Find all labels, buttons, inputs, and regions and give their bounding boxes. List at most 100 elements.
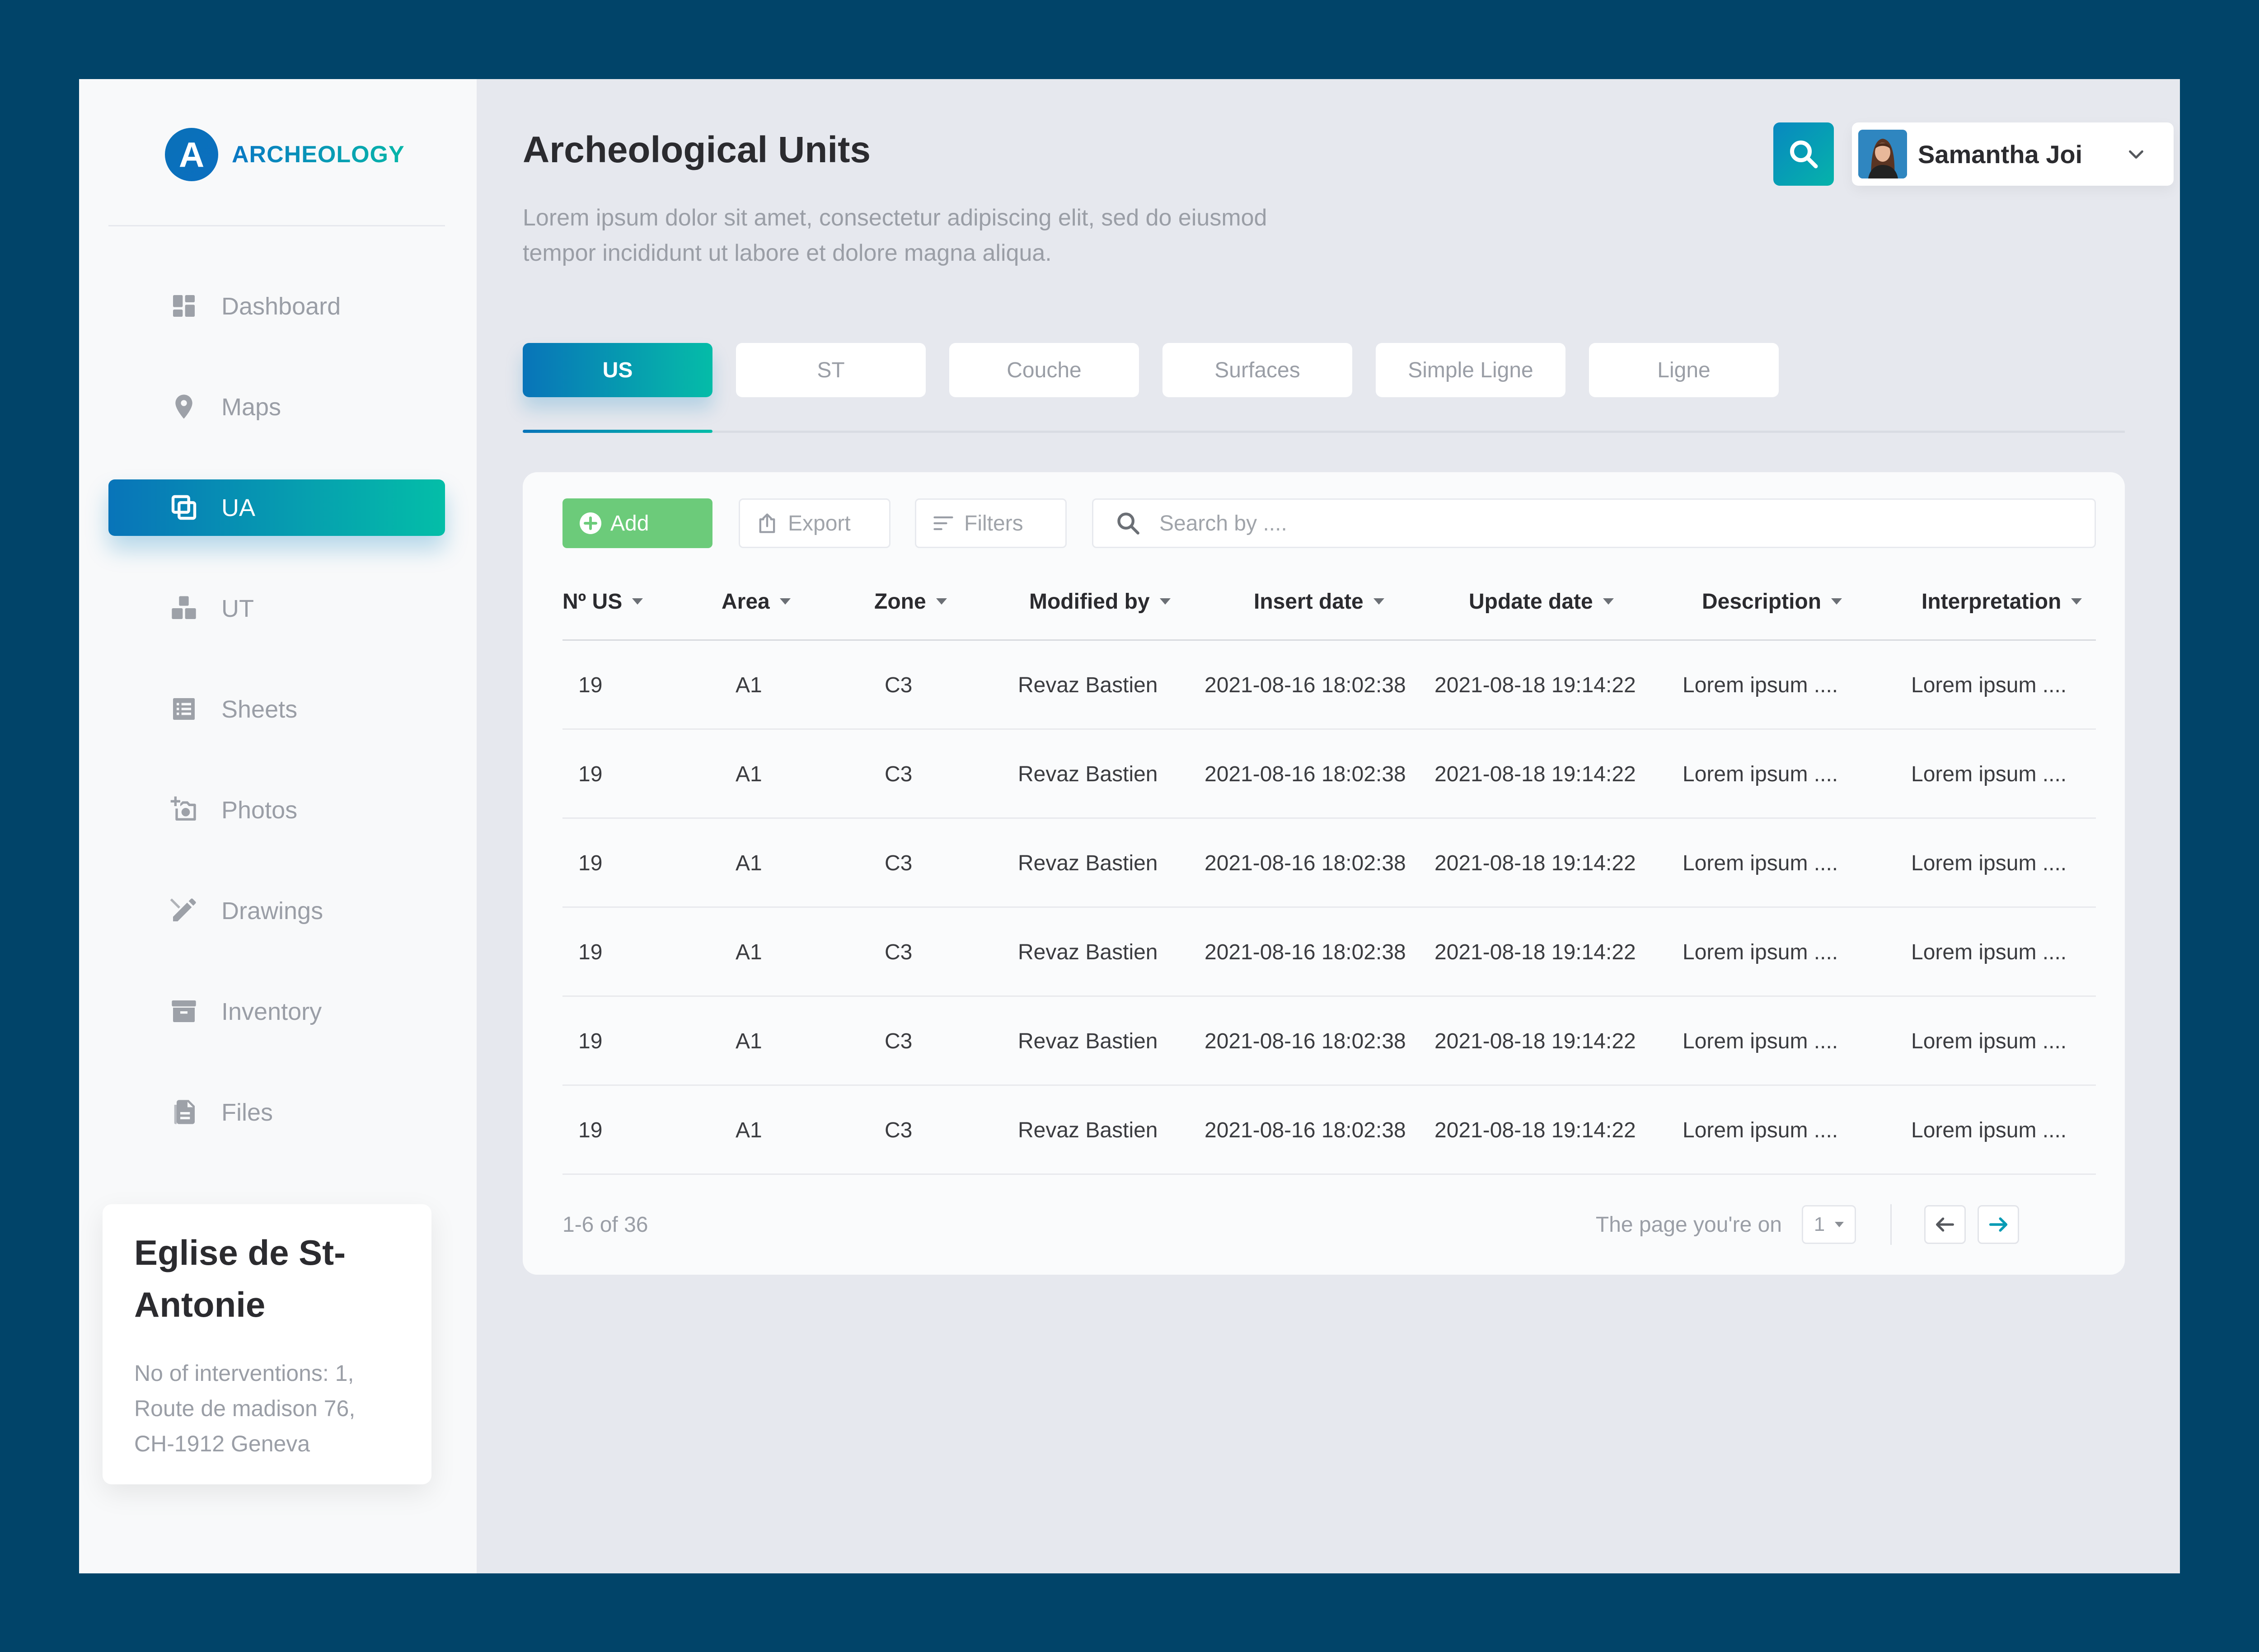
add-button[interactable]: Add [562, 498, 712, 548]
tab-us[interactable]: US [523, 343, 712, 397]
pagination-range: 1-6 of 36 [562, 1212, 648, 1237]
cell-no-us: 19 [578, 762, 603, 786]
sidebar-item-ut[interactable]: UT [108, 580, 445, 637]
column-header-interpretation[interactable]: Interpretation [1922, 583, 2082, 620]
cell-area: A1 [736, 762, 762, 786]
cell-no-us: 19 [578, 673, 603, 697]
sidebar-item-inventory[interactable]: Inventory [108, 983, 445, 1040]
column-header-area[interactable]: Area [722, 583, 791, 620]
sidebar-item-maps[interactable]: Maps [108, 379, 445, 435]
cell-area: A1 [736, 1118, 762, 1142]
cell-no-us: 19 [578, 940, 603, 964]
cell-insert-date: 2021-08-16 18:02:38 [1204, 673, 1406, 697]
column-header-zone[interactable]: Zone [874, 583, 947, 620]
column-header-update-date[interactable]: Update date [1469, 583, 1614, 620]
map-pin-icon [175, 394, 192, 419]
filters-button[interactable]: Filters [915, 498, 1067, 548]
user-name: Samantha Joi [1918, 140, 2083, 169]
cell-insert-date: 2021-08-16 18:02:38 [1204, 940, 1406, 964]
column-header-no-us[interactable]: Nº US [562, 583, 643, 620]
table-row[interactable]: 19 A1 C3 Revaz Bastien 2021-08-16 18:02:38 20… [562, 1086, 2096, 1175]
cell-update-date: 2021-08-18 19:14:22 [1434, 1118, 1636, 1142]
logo[interactable]: A ARCHEOLOGY [165, 127, 405, 182]
cell-interpretation: Lorem ipsum .... [1911, 762, 2067, 786]
sidebar-item-sheets[interactable]: Sheets [108, 681, 445, 737]
sidebar-item-photos[interactable]: Photos [108, 782, 445, 838]
search-icon [1117, 512, 1139, 535]
cell-update-date: 2021-08-18 19:14:22 [1434, 673, 1636, 697]
sidebar-item-label: Drawings [221, 897, 323, 925]
sidebar-item-label: Maps [221, 393, 281, 421]
cell-zone: C3 [885, 940, 913, 964]
search-input[interactable] [1159, 511, 2095, 536]
cell-interpretation: Lorem ipsum .... [1911, 940, 2067, 964]
cell-modified-by: Revaz Bastien [1018, 1118, 1158, 1142]
user-menu[interactable]: Samantha Joi [1852, 122, 2174, 186]
table-search-field[interactable] [1092, 498, 2096, 548]
cell-update-date: 2021-08-18 19:14:22 [1434, 1029, 1636, 1053]
sidebar-item-drawings[interactable]: Drawings [108, 882, 445, 939]
next-page-button[interactable] [1978, 1205, 2019, 1244]
tab-surfaces[interactable]: Surfaces [1162, 343, 1352, 397]
tab-ligne[interactable]: Ligne [1589, 343, 1779, 397]
cell-area: A1 [736, 1029, 762, 1053]
search-icon [1790, 141, 1818, 169]
cell-update-date: 2021-08-18 19:14:22 [1434, 851, 1636, 875]
cell-insert-date: 2021-08-16 18:02:38 [1204, 1118, 1406, 1142]
sidebar-item-ua[interactable]: UA [108, 479, 445, 536]
column-header-description[interactable]: Description [1702, 583, 1842, 620]
sort-caret-icon [779, 598, 791, 605]
column-header-insert-date[interactable]: Insert date [1254, 583, 1384, 620]
sort-caret-icon [1831, 598, 1842, 605]
table-row[interactable]: 19 A1 C3 Revaz Bastien 2021-08-16 18:02:38 20… [562, 641, 2096, 730]
cell-update-date: 2021-08-18 19:14:22 [1434, 940, 1636, 964]
sidebar-nav: Dashboard Maps UA UT Sheets Photos Drawi… [108, 278, 445, 1185]
active-tab-indicator [523, 430, 712, 433]
page-label: The page you're on [1595, 1212, 1782, 1237]
export-button[interactable]: Export [739, 498, 890, 548]
cell-area: A1 [736, 673, 762, 697]
table-row[interactable]: 19 A1 C3 Revaz Bastien 2021-08-16 18:02:38 20… [562, 819, 2096, 908]
global-search-button[interactable] [1773, 122, 1834, 186]
tab-couche[interactable]: Couche [949, 343, 1139, 397]
export-icon [759, 513, 775, 533]
cell-modified-by: Revaz Bastien [1018, 762, 1158, 786]
cell-interpretation: Lorem ipsum .... [1911, 851, 2067, 875]
arrow-right-icon [1989, 1217, 2008, 1232]
filter-icon [933, 516, 953, 530]
table-row[interactable]: 19 A1 C3 Revaz Bastien 2021-08-16 18:02:38 20… [562, 730, 2096, 819]
table-row[interactable]: 19 A1 C3 Revaz Bastien 2021-08-16 18:02:38 20… [562, 908, 2096, 997]
pagination-divider [1890, 1204, 1892, 1245]
sidebar-item-label: UA [221, 494, 256, 521]
sidebar-item-dashboard[interactable]: Dashboard [108, 278, 445, 334]
page-select[interactable]: 1 [1802, 1205, 1856, 1244]
sidebar-item-files[interactable]: Files [108, 1084, 445, 1140]
list-icon [173, 698, 195, 720]
cell-insert-date: 2021-08-16 18:02:38 [1204, 851, 1406, 875]
page-description: Lorem ipsum dolor sit amet, consectetur … [523, 205, 1267, 266]
sidebar: A ARCHEOLOGY Dashboard Maps UA UT Sheets… [79, 79, 477, 1573]
previous-page-button[interactable] [1924, 1205, 1966, 1244]
table-row[interactable]: 19 A1 C3 Revaz Bastien 2021-08-16 18:02:38 20… [562, 997, 2096, 1086]
cell-insert-date: 2021-08-16 18:02:38 [1204, 762, 1406, 786]
tab-st[interactable]: ST [736, 343, 926, 397]
sort-caret-icon [1159, 598, 1171, 605]
units-table-card: Add Export Filters Search by .... Nº US … [523, 472, 2125, 1275]
add-label: Add [610, 511, 649, 535]
cell-description: Lorem ipsum .... [1683, 673, 1838, 697]
avatar [1858, 130, 1907, 178]
file-icon [174, 1100, 195, 1124]
sidebar-divider [108, 225, 445, 226]
cell-description: Lorem ipsum .... [1683, 851, 1838, 875]
cell-no-us: 19 [578, 1118, 603, 1142]
cell-zone: C3 [885, 851, 913, 875]
cell-interpretation: Lorem ipsum .... [1911, 673, 2067, 697]
tab-simple-ligne[interactable]: Simple Ligne [1376, 343, 1565, 397]
pencil-icon [170, 898, 196, 921]
cell-no-us: 19 [578, 851, 603, 875]
caret-down-icon [1835, 1222, 1844, 1227]
table-body: 19 A1 C3 Revaz Bastien 2021-08-16 18:02:38 20… [562, 641, 2096, 1175]
logo-mark: A [165, 128, 218, 181]
arrow-left-icon [1936, 1217, 1954, 1232]
column-header-modified-by[interactable]: Modified by [1029, 583, 1171, 620]
